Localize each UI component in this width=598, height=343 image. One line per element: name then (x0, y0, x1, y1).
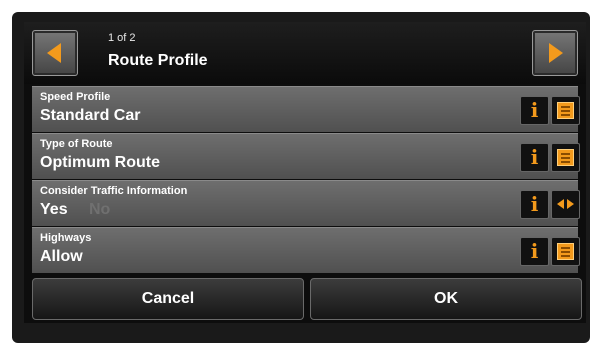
toggle-button[interactable] (551, 190, 580, 219)
setting-label: Consider Traffic Information (40, 185, 188, 197)
setting-row-highways[interactable]: Highways Allow i (32, 227, 580, 273)
next-page-button[interactable] (532, 30, 578, 76)
setting-row-traffic-information[interactable]: Consider Traffic Information Yes No i (32, 180, 580, 226)
setting-value-unselected: No (89, 201, 111, 218)
arrow-right-icon (549, 43, 563, 63)
info-button[interactable]: i (520, 96, 549, 125)
setting-value: Optimum Route (40, 154, 160, 171)
previous-page-button[interactable] (32, 30, 78, 76)
info-button[interactable]: i (520, 237, 549, 266)
setting-value: Standard Car (40, 107, 141, 124)
setting-value-selected: Yes (40, 201, 68, 218)
setting-row-type-of-route[interactable]: Type of Route Optimum Route i (32, 133, 580, 179)
list-icon (557, 149, 574, 166)
cancel-button[interactable]: Cancel (32, 278, 304, 320)
route-profile-dialog: 1 of 2 Route Profile Speed Profile Stand… (24, 22, 586, 323)
list-icon (557, 243, 574, 260)
setting-row-speed-profile[interactable]: Speed Profile Standard Car i (32, 86, 580, 132)
info-icon: i (530, 239, 539, 263)
arrow-left-icon (47, 43, 61, 63)
setting-label: Speed Profile (40, 91, 111, 103)
setting-label: Type of Route (40, 138, 113, 150)
list-button[interactable] (551, 143, 580, 172)
info-button[interactable]: i (520, 143, 549, 172)
info-icon: i (530, 192, 539, 216)
list-button[interactable] (551, 237, 580, 266)
dialog-header: 1 of 2 Route Profile (24, 22, 586, 84)
page-title: Route Profile (108, 52, 208, 69)
setting-value: Allow (40, 248, 83, 265)
list-button[interactable] (551, 96, 580, 125)
ok-button[interactable]: OK (310, 278, 582, 320)
info-button[interactable]: i (520, 190, 549, 219)
toggle-icon (557, 198, 574, 211)
info-icon: i (530, 98, 539, 122)
info-icon: i (530, 145, 539, 169)
page-indicator: 1 of 2 (108, 32, 136, 44)
setting-label: Highways (40, 232, 92, 244)
list-icon (557, 102, 574, 119)
